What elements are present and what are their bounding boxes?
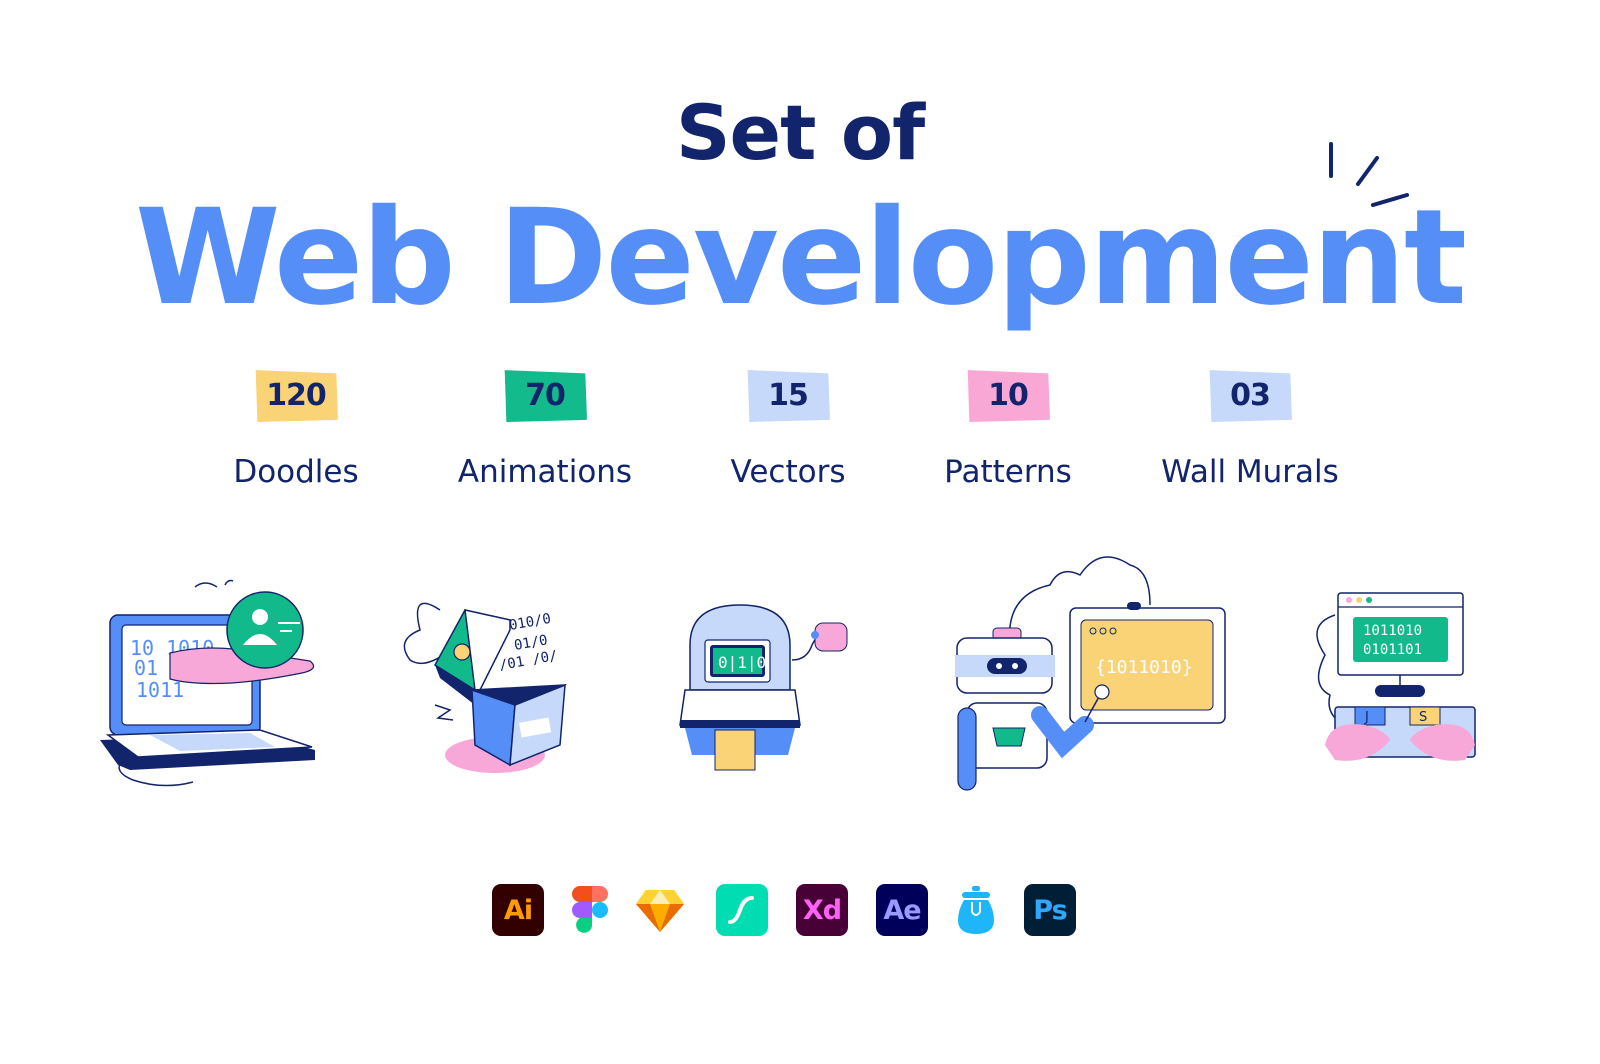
count-badge: 70	[504, 370, 587, 422]
monitor-stand	[1375, 685, 1425, 697]
key-label: J	[1364, 710, 1369, 725]
count-badge: 120	[255, 370, 338, 422]
robot-with-screen-illustration: {1011010}	[955, 556, 1226, 791]
stat-label: Vectors	[730, 454, 846, 490]
stat-patterns: 10 Patterns	[908, 368, 1108, 490]
lottie-icon	[716, 884, 768, 936]
count-badge: 15	[747, 370, 830, 422]
stat-label: Patterns	[944, 454, 1072, 490]
count-value: 70	[525, 377, 566, 413]
count-value: 15	[768, 377, 809, 413]
count-value: 120	[266, 377, 327, 413]
stats-row: 120 Doodles 70 Animations 15 Vectors 10 …	[0, 368, 1600, 498]
lid-seal	[453, 643, 471, 661]
count-badge: 03	[1209, 370, 1292, 422]
stat-label: Wall Murals	[1161, 454, 1339, 490]
binary-text: 1011010	[1363, 623, 1422, 639]
count-value: 03	[1230, 377, 1271, 413]
count-badge: 10	[967, 370, 1050, 422]
laptop-hand-user-illustration: 10 1010 01 1011	[100, 579, 315, 787]
xd-icon: Xd	[796, 884, 848, 936]
stat-vectors: 15 Vectors	[688, 368, 888, 490]
doodle-stroke	[194, 579, 234, 588]
keyboard-monitor-illustration: 1011010 0101101 J S	[1316, 592, 1476, 761]
figma-icon	[572, 886, 608, 933]
stat-doodles: 120 Doodles	[196, 368, 396, 490]
binary-text: 0101101	[1363, 642, 1422, 658]
tool-icons-row: Ai Xd Ae Ps	[0, 884, 1600, 938]
binary-text: 1011	[136, 678, 184, 702]
key-label: S	[1419, 710, 1427, 725]
fist	[814, 622, 848, 652]
stat-label: Doodles	[233, 454, 359, 490]
stat-animations: 70 Animations	[445, 368, 645, 490]
binary-text: /01 /0/	[498, 648, 559, 674]
sparkle-icon	[1329, 142, 1409, 207]
binary-text: {1011010}	[1095, 657, 1193, 678]
binary-text: 0|1|0	[718, 653, 766, 672]
photoshop-icon: Ps	[1024, 884, 1076, 936]
printed-image	[714, 729, 756, 771]
sketch-icon	[636, 890, 684, 932]
iconjar-icon	[958, 886, 994, 934]
illustrator-icon: Ai	[492, 884, 544, 936]
count-value: 10	[988, 377, 1029, 413]
robot-terminal-illustration: 0|1|0	[679, 604, 848, 771]
stat-wall-murals: 03 Wall Murals	[1150, 368, 1350, 490]
avatar-head	[252, 609, 268, 625]
robot-arm-left	[957, 707, 977, 791]
binary-text: 010/0	[508, 611, 552, 634]
after-effects-icon: Ae	[876, 884, 928, 936]
binary-gift-box-illustration: 010/0 01/0 /01 /0/	[403, 602, 567, 773]
stat-label: Animations	[457, 454, 633, 490]
binary-text: 01	[134, 656, 158, 680]
